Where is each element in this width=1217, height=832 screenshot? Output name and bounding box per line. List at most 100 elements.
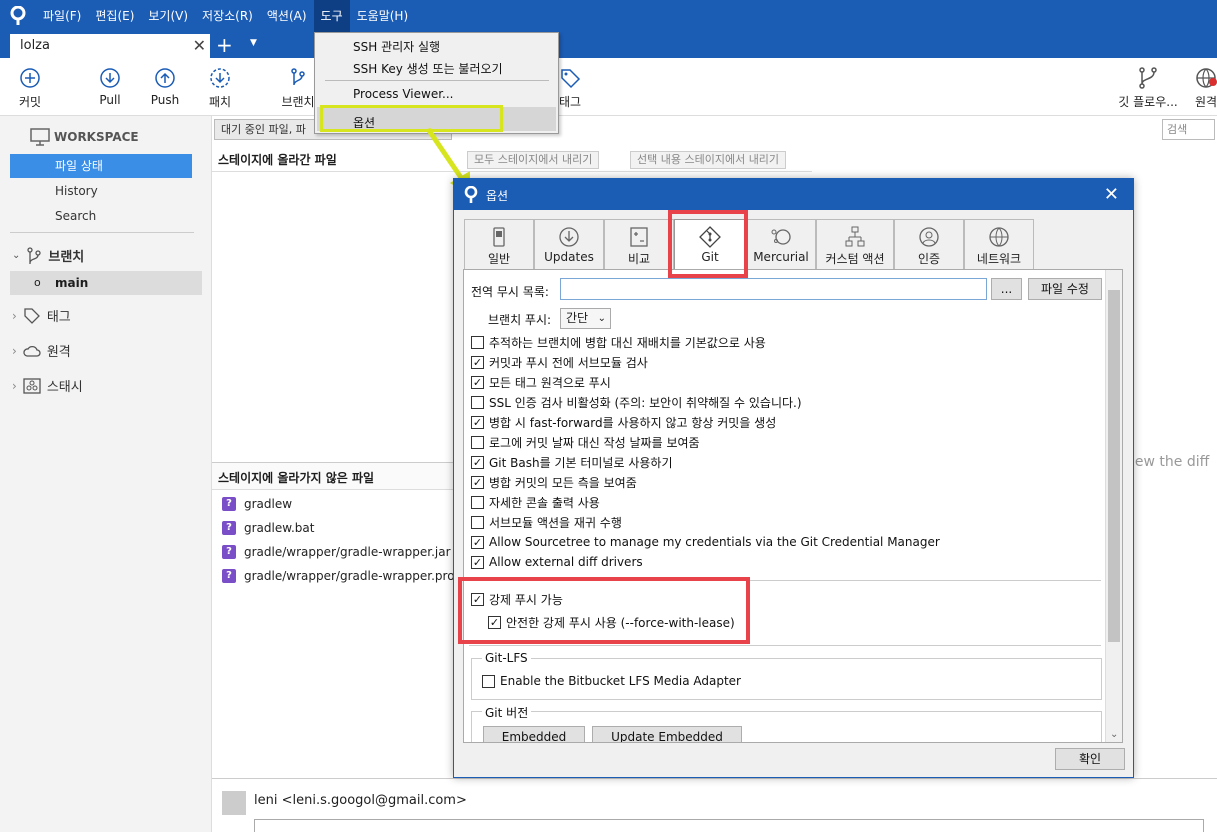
tab-general[interactable]: 일반: [464, 219, 534, 269]
checkbox-checked[interactable]: ✓: [471, 355, 484, 369]
commit-area: leni <leni.s.googol@gmail.com>: [212, 778, 1217, 832]
sidebar-item-branch-main[interactable]: o main: [10, 271, 202, 295]
unstage-selected-button[interactable]: 선택 내용 스테이지에서 내리기: [630, 151, 787, 169]
sidebar-group-remotes[interactable]: › 원격: [12, 341, 71, 361]
menu-view[interactable]: 보기(V): [141, 0, 195, 32]
list-item[interactable]: ? gradle/wrapper/gradle-wrapper.jar: [222, 542, 451, 562]
checkbox[interactable]: [471, 435, 484, 449]
sidebar-group-branches[interactable]: ⌄ 브랜치: [12, 246, 84, 265]
current-branch-dot-icon: o: [34, 276, 41, 289]
arrow-down-circle-icon: [100, 68, 120, 88]
scrollbar[interactable]: ⌄: [1105, 270, 1122, 742]
checkbox-checked[interactable]: ✓: [471, 375, 484, 389]
menu-help[interactable]: 도움말(H): [350, 0, 416, 32]
checkbox[interactable]: [471, 495, 484, 509]
add-tab-button[interactable]: +: [216, 33, 233, 57]
checkbox-checked[interactable]: ✓: [471, 535, 484, 549]
tab-network[interactable]: 네트워크: [964, 219, 1034, 269]
menu-file[interactable]: 파일(F): [36, 0, 88, 32]
commit-message-input[interactable]: [254, 819, 1204, 832]
menu-item-process-viewer[interactable]: Process Viewer...: [353, 87, 453, 101]
repo-tab[interactable]: lolza ✕: [10, 34, 210, 58]
sidebar-item-history[interactable]: History: [10, 179, 192, 203]
tab-label: 비교: [627, 252, 651, 266]
remote-button[interactable]: 원격: [1186, 66, 1217, 110]
download-circle-icon: [559, 227, 579, 247]
option-disable-ssl[interactable]: SSL 인증 검사 비활성화 (주의: 보안이 취약해질 수 있습니다.): [471, 393, 802, 411]
option-external-diff[interactable]: ✓ Allow external diff drivers: [471, 553, 643, 571]
ok-button[interactable]: 확인: [1055, 748, 1125, 770]
chevron-down-icon[interactable]: ▼: [250, 38, 257, 48]
update-embedded-button[interactable]: Update Embedded: [592, 726, 742, 742]
section-divider: [469, 645, 1101, 646]
list-item[interactable]: ? gradlew.bat: [222, 518, 314, 538]
edit-file-button[interactable]: 파일 수정: [1028, 278, 1102, 300]
tab-diff[interactable]: 비교: [604, 219, 674, 269]
search-input[interactable]: 검색: [1162, 119, 1215, 140]
menu-item-ssh-agent[interactable]: SSH 관리자 실행: [353, 38, 440, 55]
untracked-icon: ?: [222, 545, 236, 559]
sidebar-item-search[interactable]: Search: [10, 204, 192, 228]
tab-custom-actions[interactable]: 커스텀 액션: [816, 219, 894, 269]
tab-authentication[interactable]: 인증: [894, 219, 964, 269]
menubar: 파일(F) 편집(E) 보기(V) 저장소(R) 액션(A) 도구 도움말(H): [0, 0, 1217, 32]
scroll-thumb[interactable]: [1108, 290, 1120, 642]
menu-repository[interactable]: 저장소(R): [195, 0, 260, 32]
option-git-bash-terminal[interactable]: ✓ Git Bash를 기본 터미널로 사용하기: [471, 453, 672, 471]
option-lfs-adapter[interactable]: Enable the Bitbucket LFS Media Adapter: [482, 672, 741, 690]
checkbox[interactable]: [471, 395, 484, 409]
option-rebase-default[interactable]: 추적하는 브랜치에 병합 대신 재배치를 기본값으로 사용: [471, 333, 766, 351]
chevron-down-icon[interactable]: ⌄: [1110, 729, 1118, 740]
branch-push-select[interactable]: 간단 ⌄: [560, 308, 611, 329]
tab-updates[interactable]: Updates: [534, 219, 604, 269]
tag-label: 태그: [558, 95, 582, 109]
browse-button[interactable]: ...: [991, 278, 1022, 300]
list-item[interactable]: ? gradle/wrapper/gradle-wrapper.propert: [222, 566, 479, 586]
option-no-fast-forward[interactable]: ✓ 병합 시 fast-forward를 사용하지 않고 항상 커밋을 생성: [471, 413, 776, 431]
option-label: 커밋과 푸시 전에 서브모듈 검사: [489, 355, 648, 370]
tag-icon: [24, 307, 40, 324]
branch-push-value: 간단: [566, 311, 589, 325]
global-ignore-input[interactable]: [560, 278, 987, 300]
untracked-icon: ?: [222, 521, 236, 535]
option-verbose-output[interactable]: 자세한 콘솔 출력 사용: [471, 493, 600, 511]
checkbox-checked[interactable]: ✓: [471, 475, 484, 489]
checkbox[interactable]: [471, 515, 484, 529]
option-recursive-submodules[interactable]: 서브모듈 액션을 재귀 수행: [471, 513, 622, 531]
menu-item-ssh-key[interactable]: SSH Key 생성 또는 불러오기: [353, 60, 503, 77]
tab-mercurial[interactable]: Mercurial: [746, 219, 816, 269]
checkbox[interactable]: [482, 674, 495, 688]
menu-actions[interactable]: 액션(A): [260, 0, 314, 32]
option-push-all-tags[interactable]: ✓ 모든 태그 원격으로 푸시: [471, 373, 611, 391]
sidebar-group-tags[interactable]: › 태그: [12, 306, 71, 325]
checkbox-checked[interactable]: ✓: [471, 555, 484, 569]
menu-edit[interactable]: 편집(E): [88, 0, 141, 32]
tab-label: 네트워크: [976, 252, 1022, 266]
sidebar-group-stashes[interactable]: › 스태시: [12, 376, 83, 395]
close-icon[interactable]: ✕: [1104, 184, 1119, 205]
option-author-date[interactable]: 로그에 커밋 날짜 대신 작성 날짜를 보여줌: [471, 433, 700, 451]
option-check-submodules[interactable]: ✓ 커밋과 푸시 전에 서브모듈 검사: [471, 353, 648, 371]
menu-tools[interactable]: 도구: [313, 0, 350, 32]
list-item[interactable]: ? gradlew: [222, 494, 292, 514]
close-icon[interactable]: ✕: [193, 34, 206, 58]
patch-button[interactable]: 패치: [192, 66, 248, 110]
embedded-button[interactable]: Embedded: [483, 726, 585, 742]
toolbar: 커밋 Pull Push 패치 브랜치 태그 깃 플로우... 원격: [0, 58, 1217, 116]
git-version-title: Git 버전: [482, 704, 532, 721]
toggle-icon: [493, 227, 505, 247]
sidebar-item-file-status[interactable]: 파일 상태: [10, 154, 192, 178]
monitor-icon: [30, 128, 50, 146]
checkbox-checked[interactable]: ✓: [471, 415, 484, 429]
git-flow-button[interactable]: 깃 플로우...: [1112, 66, 1184, 110]
plus-circle-icon: [20, 68, 40, 88]
pull-label: Pull: [99, 93, 121, 107]
checkbox[interactable]: [471, 335, 484, 349]
pull-button[interactable]: Pull: [82, 66, 138, 107]
checkbox-checked[interactable]: ✓: [471, 455, 484, 469]
push-button[interactable]: Push: [137, 66, 193, 107]
commit-button[interactable]: 커밋: [2, 66, 58, 110]
file-name: gradle/wrapper/gradle-wrapper.jar: [244, 545, 451, 559]
option-show-merge-sides[interactable]: ✓ 병합 커밋의 모든 측을 보여줌: [471, 473, 637, 491]
option-credential-manager[interactable]: ✓ Allow Sourcetree to manage my credentia…: [471, 533, 940, 551]
